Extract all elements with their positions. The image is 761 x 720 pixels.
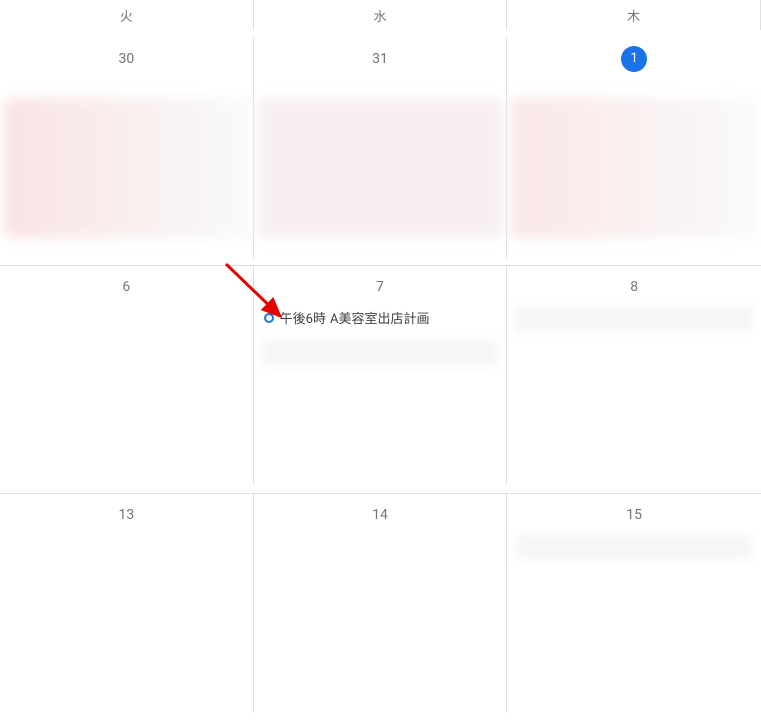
calendar-cell[interactable]: 14	[254, 493, 508, 713]
date-label: 13	[0, 502, 253, 528]
calendar-cell[interactable]: 6	[0, 265, 254, 485]
date-label: 30	[0, 46, 253, 72]
blurred-content	[511, 98, 757, 238]
calendar-cell[interactable]: 30	[0, 38, 254, 258]
blurred-content	[515, 534, 753, 560]
blurred-content	[262, 339, 499, 367]
calendar-cell[interactable]: 8	[507, 265, 761, 485]
date-label: 6	[0, 274, 253, 300]
calendar-event[interactable]: 午後6時 A美容室出店計画	[258, 306, 503, 329]
calendar-grid: 火 水 木 30 31 1 6 7 午後6時 A美容室出店計画 8 13 14	[0, 0, 761, 720]
blurred-content	[258, 98, 503, 238]
date-label: 7	[254, 274, 507, 300]
date-label: 15	[507, 502, 761, 528]
calendar-cell[interactable]: 31	[254, 38, 508, 258]
event-title: A美容室出店計画	[330, 308, 429, 327]
day-header-thu: 木	[507, 0, 761, 30]
calendar-cell[interactable]: 13	[0, 493, 254, 713]
date-label-today: 1	[507, 46, 761, 72]
calendar-cell[interactable]: 15	[507, 493, 761, 713]
blurred-content	[4, 98, 249, 238]
calendar-cell[interactable]: 7 午後6時 A美容室出店計画	[254, 265, 508, 485]
date-label: 8	[507, 274, 761, 300]
calendar-cell[interactable]: 1	[507, 38, 761, 258]
day-header-wed: 水	[254, 0, 508, 30]
date-label: 14	[254, 502, 507, 528]
event-open-circle-icon	[264, 313, 274, 323]
event-time: 午後6時	[280, 308, 326, 327]
day-header-tue: 火	[0, 0, 254, 30]
today-circle: 1	[621, 46, 647, 72]
blurred-content	[515, 306, 753, 332]
date-label: 31	[254, 46, 507, 72]
